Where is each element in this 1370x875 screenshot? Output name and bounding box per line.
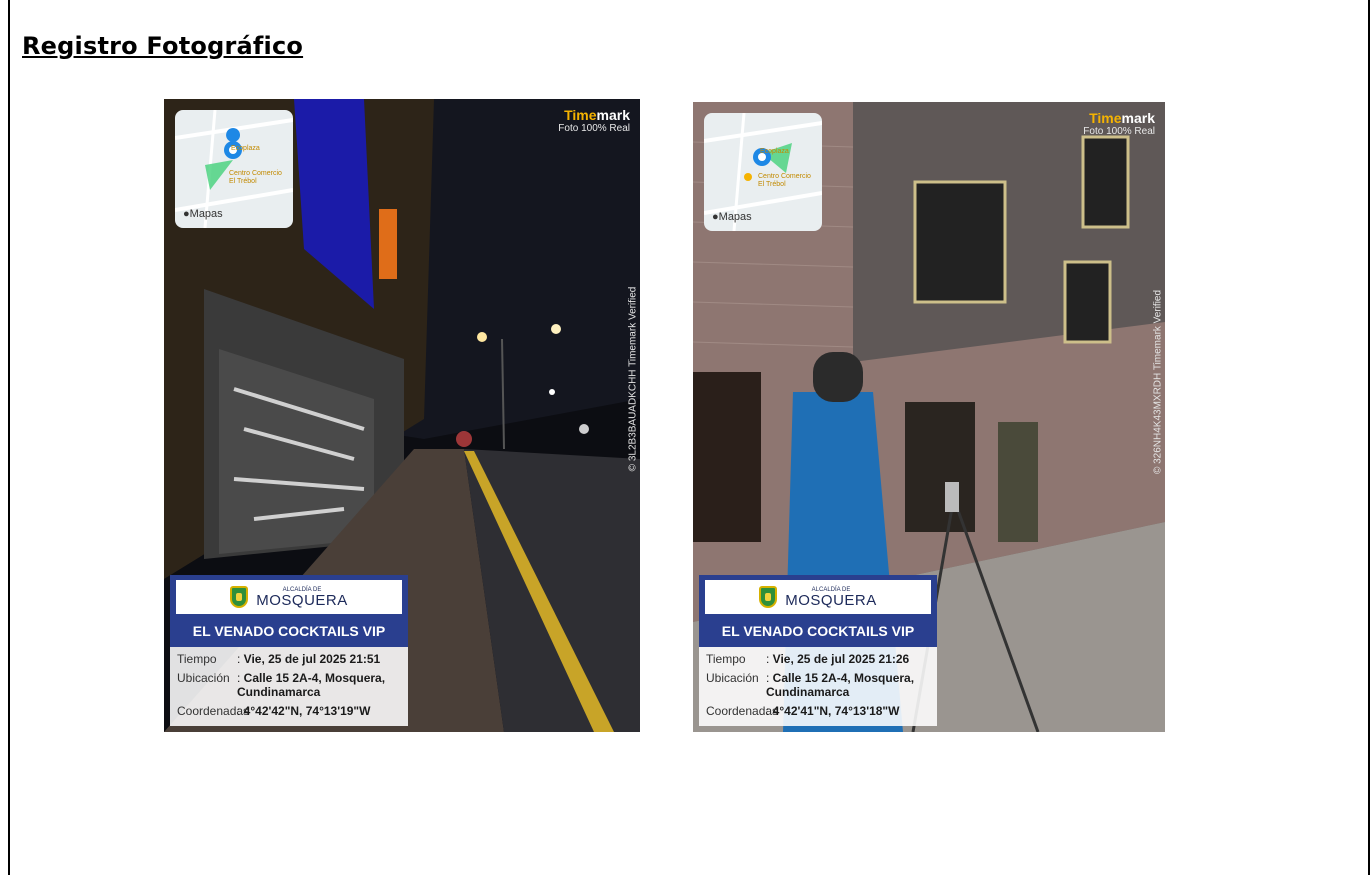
apple-icon: ● <box>183 208 190 220</box>
photo-building-facade: Ecoplaza Centro Comercio El Trébol ●Mapa… <box>693 102 1165 732</box>
map-place-label: Ecoplaza <box>760 148 789 155</box>
document-title: Registro Fotográfico <box>22 32 304 60</box>
maps-provider-label: ●Mapas <box>183 208 223 220</box>
coordenadas-row: Coordenadas4°42'41"N, 74°13'18"W <box>706 704 930 718</box>
map-place-label: Centro Comercio El Trébol <box>758 173 811 188</box>
tiempo-row: TiempoVie, 25 de jul 2025 21:26 <box>706 652 930 666</box>
card-title: EL VENADO COCKTAILS VIP <box>699 614 937 647</box>
ubicacion-row: UbicaciónCalle 15 2A-4, Mosquera, Cundin… <box>177 671 401 699</box>
verification-code: © 326NH4K43MXRDH Timemark Verified <box>1152 289 1164 475</box>
maps-provider-label: ●Mapas <box>712 211 752 223</box>
verification-code: © 3L2B3BAUADKCHH Timemark Verified <box>627 286 639 472</box>
ubicacion-row: UbicaciónCalle 15 2A-4, Mosquera, Cundin… <box>706 671 930 699</box>
map-place-label: Centro Comercio El Trébol <box>229 170 282 185</box>
org-logo: ALCALDÍA DE MOSQUERA <box>785 586 877 609</box>
card-title: EL VENADO COCKTAILS VIP <box>170 614 408 647</box>
photo-info-card: ALCALDÍA DE MOSQUERA EL VENADO COCKTAILS… <box>170 575 408 726</box>
municipal-shield-icon <box>230 586 249 608</box>
tiempo-row: TiempoVie, 25 de jul 2025 21:51 <box>177 652 401 666</box>
coordenadas-row: Coordenadas4°42'42"N, 74°13'19"W <box>177 704 401 718</box>
timemark-watermark: Timemark Foto 100% Real <box>1083 110 1155 137</box>
apple-icon: ● <box>712 211 719 223</box>
map-place-label: Ecoplaza <box>231 145 260 152</box>
photo-night-street: Ecoplaza Centro Comercio El Trébol ●Mapa… <box>164 99 640 732</box>
timemark-watermark: Timemark Foto 100% Real <box>558 107 630 134</box>
location-map: Ecoplaza Centro Comercio El Trébol ●Mapa… <box>704 113 822 231</box>
location-map: Ecoplaza Centro Comercio El Trébol ●Mapa… <box>175 110 293 228</box>
municipal-shield-icon <box>759 586 778 608</box>
photo-info-card: ALCALDÍA DE MOSQUERA EL VENADO COCKTAILS… <box>699 575 937 726</box>
org-logo: ALCALDÍA DE MOSQUERA <box>256 586 348 609</box>
